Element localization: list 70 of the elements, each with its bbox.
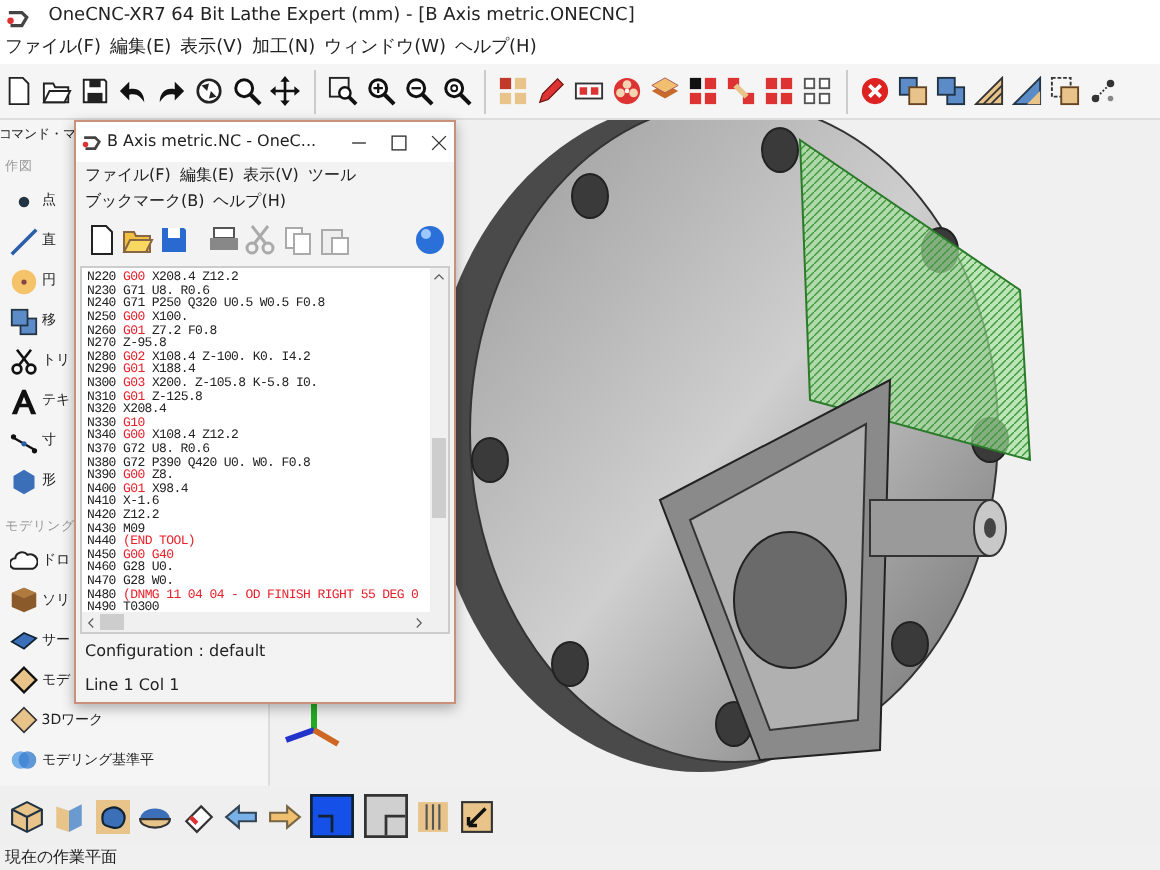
points-icon[interactable] <box>1087 76 1118 106</box>
grid-icon[interactable] <box>802 76 833 106</box>
eraser-icon[interactable] <box>181 799 215 833</box>
close-icon[interactable] <box>427 131 450 153</box>
menu-item[interactable]: ツール <box>307 163 356 187</box>
window-title: B Axis metric.NC - OneC... <box>107 130 319 154</box>
app-logo-icon <box>80 131 103 153</box>
overlap-squares-icon[interactable] <box>935 76 966 106</box>
window-title: OneCNC-XR7 64 Bit Lathe Expert (mm) - [B Axis metric.ONECNC] <box>46 4 635 31</box>
blob-icon[interactable] <box>95 799 129 833</box>
line-icon <box>9 227 37 255</box>
rotate-icon[interactable] <box>194 76 225 106</box>
zoom-in-icon[interactable] <box>365 76 396 106</box>
flower-icon[interactable] <box>612 76 643 106</box>
status-text: 現在の作業平面 <box>4 846 117 870</box>
redo-icon[interactable] <box>156 76 187 106</box>
menu-item[interactable]: 表示(V) <box>180 36 243 64</box>
diagonal-blocks-icon[interactable] <box>726 76 757 106</box>
scrollbar-thumb[interactable] <box>431 438 446 518</box>
new-file-icon[interactable] <box>4 76 35 106</box>
diagonal-arrow-icon[interactable] <box>459 799 493 833</box>
maximize-icon[interactable] <box>387 131 410 153</box>
plane-icon[interactable] <box>363 794 407 838</box>
menu-item[interactable]: ファイル(F) <box>85 163 171 187</box>
app-logo-icon <box>4 5 31 31</box>
search-icon[interactable] <box>232 76 263 106</box>
circle-icon <box>9 267 37 295</box>
cursor-position: Line 1 Col 1 <box>85 673 182 697</box>
dashed-square-icon[interactable] <box>1049 76 1080 106</box>
menu-item[interactable]: ブックマーク(B) <box>85 189 205 213</box>
cube-icon <box>9 586 37 615</box>
cloud-icon <box>9 546 37 575</box>
overlap-squares-icon[interactable] <box>897 76 928 106</box>
move-icon[interactable] <box>270 76 301 106</box>
hatched-triangle-icon[interactable] <box>973 76 1004 106</box>
menu-item[interactable]: ヘルプ(H) <box>455 36 537 64</box>
zoom-window-icon[interactable] <box>327 76 358 106</box>
pencil-icon[interactable] <box>536 76 567 106</box>
grid-icon[interactable] <box>688 76 719 106</box>
menu-item[interactable]: 編集(E) <box>109 36 172 64</box>
menu-item[interactable]: 表示(V) <box>243 163 299 187</box>
save-icon[interactable] <box>80 76 111 106</box>
globe-icon[interactable] <box>413 224 445 256</box>
printer-icon[interactable] <box>208 224 240 256</box>
scissors-icon <box>9 347 37 375</box>
circles-icon <box>9 746 37 775</box>
left-arrow-icon[interactable] <box>224 799 258 833</box>
menu-item[interactable]: ウィンドウ(W) <box>324 36 447 64</box>
undo-icon[interactable] <box>118 76 149 106</box>
menu-item[interactable]: ヘルプ(H) <box>213 189 286 213</box>
menu-item[interactable]: ファイル(F) <box>4 36 101 64</box>
letter-icon <box>9 387 37 415</box>
right-arrow-icon[interactable] <box>267 799 301 833</box>
surface-icon <box>9 626 37 655</box>
ruler-icon[interactable] <box>416 799 450 833</box>
triangle-icon[interactable] <box>1011 76 1042 106</box>
new-file-icon[interactable] <box>85 224 117 256</box>
zoom-all-icon[interactable] <box>441 76 472 106</box>
menu-item[interactable]: 加工(N) <box>251 36 316 64</box>
hexagon-icon <box>9 467 37 495</box>
zoom-out-icon[interactable] <box>403 76 434 106</box>
menu-item[interactable]: 編集(E) <box>179 163 235 187</box>
diamond-icon <box>9 666 37 695</box>
cube-icon[interactable] <box>9 799 43 833</box>
configuration-label: Configuration : default <box>85 639 268 663</box>
diamond-icon <box>9 706 37 735</box>
overlap-squares-icon <box>9 307 37 335</box>
panel-fold-icon[interactable] <box>52 799 86 833</box>
scrollbar-thumb[interactable] <box>100 614 125 631</box>
active-plane-icon[interactable] <box>310 794 354 838</box>
